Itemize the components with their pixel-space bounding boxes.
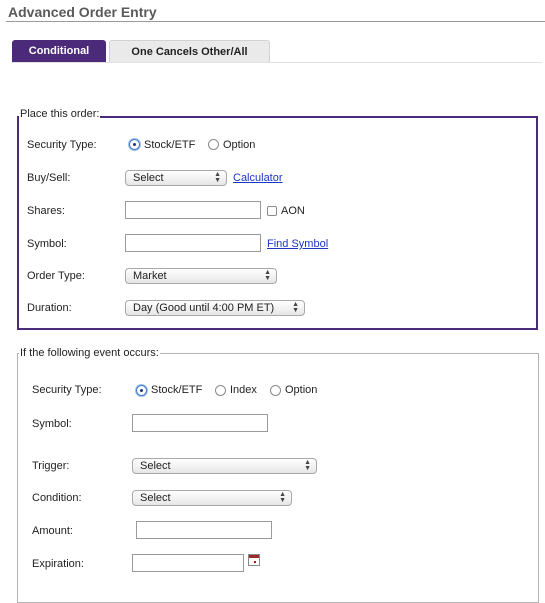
trigger-value: Select: [140, 460, 171, 472]
event-security-index-radio[interactable]: [215, 385, 226, 396]
expiration-input[interactable]: [132, 554, 244, 572]
event-security-type-label: Security Type:: [32, 384, 102, 396]
condition-label: Condition:: [32, 492, 82, 504]
event-legend: If the following event occurs:: [19, 347, 160, 359]
security-stock-radio[interactable]: [129, 139, 140, 150]
calendar-icon[interactable]: [248, 554, 260, 566]
amount-input[interactable]: [136, 521, 272, 539]
updown-arrows-icon: ▲ ▼: [304, 459, 311, 472]
find-symbol-link[interactable]: Find Symbol: [267, 238, 328, 250]
buy-sell-select[interactable]: Select ▲ ▼: [125, 170, 227, 186]
duration-label: Duration:: [27, 302, 72, 314]
duration-select[interactable]: Day (Good until 4:00 PM ET) ▲ ▼: [125, 300, 305, 316]
updown-arrows-icon: ▲ ▼: [214, 171, 221, 184]
event-security-stock-label: Stock/ETF: [151, 384, 203, 396]
aon-label: AON: [281, 205, 305, 217]
security-option-label: Option: [223, 139, 256, 151]
updown-arrows-icon: ▲ ▼: [292, 301, 299, 314]
security-stock-label: Stock/ETF: [144, 139, 196, 151]
expiration-label: Expiration:: [32, 558, 84, 570]
condition-select[interactable]: Select ▲ ▼: [132, 490, 292, 506]
calculator-link[interactable]: Calculator: [233, 172, 283, 184]
condition-value: Select: [140, 492, 171, 504]
updown-arrows-icon: ▲ ▼: [279, 491, 286, 504]
aon-checkbox[interactable]: [267, 206, 277, 216]
trigger-select[interactable]: Select ▲ ▼: [132, 458, 317, 474]
order-type-label: Order Type:: [27, 270, 85, 282]
order-type-value: Market: [133, 270, 167, 282]
symbol-label: Symbol:: [27, 238, 67, 250]
security-type-label: Security Type:: [27, 139, 97, 151]
buy-sell-label: Buy/Sell:: [27, 172, 71, 184]
order-type-select[interactable]: Market ▲ ▼: [125, 268, 277, 284]
symbol-input[interactable]: [125, 234, 261, 252]
tab-divider: [12, 62, 542, 63]
duration-value: Day (Good until 4:00 PM ET): [133, 302, 275, 314]
amount-label: Amount:: [32, 525, 73, 537]
page-title: Advanced Order Entry: [8, 4, 157, 20]
security-option-radio[interactable]: [208, 139, 219, 150]
shares-input[interactable]: [125, 201, 261, 219]
title-divider: [6, 21, 545, 22]
tab-conditional[interactable]: Conditional: [12, 40, 106, 62]
event-security-stock-radio[interactable]: [136, 385, 147, 396]
event-security-index-label: Index: [230, 384, 257, 396]
tab-one-cancels-other[interactable]: One Cancels Other/All: [109, 40, 270, 63]
event-security-option-radio[interactable]: [270, 385, 281, 396]
trigger-label: Trigger:: [32, 460, 70, 472]
shares-label: Shares:: [27, 205, 65, 217]
buy-sell-value: Select: [133, 172, 164, 184]
updown-arrows-icon: ▲ ▼: [264, 269, 271, 282]
event-symbol-input[interactable]: [132, 414, 268, 432]
event-symbol-label: Symbol:: [32, 418, 72, 430]
place-order-legend: Place this order:: [19, 108, 101, 120]
event-security-option-label: Option: [285, 384, 318, 396]
